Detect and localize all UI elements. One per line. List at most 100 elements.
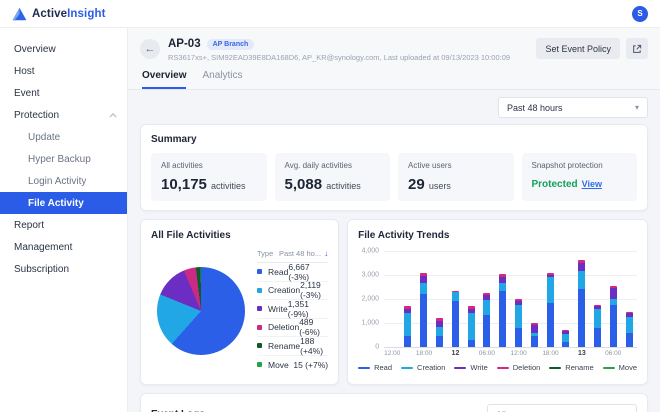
- time-range-value: Past 48 hours: [507, 103, 563, 113]
- stacked-bar[interactable]: [562, 330, 569, 347]
- legend-line-icon: [401, 367, 413, 369]
- bar-segment-creation: [420, 283, 427, 295]
- table-row-move: Move15 (+7%): [257, 356, 328, 375]
- sidebar-item-login-activity[interactable]: Login Activity: [0, 170, 127, 192]
- stacked-bar[interactable]: [452, 291, 459, 347]
- legend-item-deletion[interactable]: Deletion: [497, 363, 541, 372]
- legend-item-write[interactable]: Write: [454, 363, 487, 372]
- stacked-bar[interactable]: [483, 293, 490, 347]
- x-axis-label: [559, 350, 575, 357]
- file-activities-card: All File Activities TypePast 48 ho...↓Re…: [140, 219, 339, 385]
- sidebar-item-report[interactable]: Report: [0, 214, 127, 236]
- table-header: TypePast 48 ho...↓: [257, 247, 328, 263]
- sidebar-item-label: File Activity: [28, 198, 84, 209]
- sidebar-item-host[interactable]: Host: [0, 60, 127, 82]
- y-axis-tick: 0: [375, 344, 379, 351]
- stacked-bar[interactable]: [515, 299, 522, 347]
- stacked-bar[interactable]: [468, 306, 475, 347]
- y-axis-tick: 4,000: [362, 248, 380, 255]
- bar-segment-read: [626, 333, 633, 347]
- sidebar-item-label: Protection: [14, 110, 59, 121]
- y-axis-tick: 3,000: [362, 272, 380, 279]
- sidebar-item-label: Subscription: [14, 264, 69, 275]
- bar-chart-x-axis: 12:0018:001206:0012:0018:001306:00: [384, 350, 637, 357]
- tile-value: 5,088 activities: [285, 176, 381, 193]
- type-name: Creation: [268, 285, 300, 295]
- x-axis-label: [527, 350, 543, 357]
- stacked-bar[interactable]: [594, 305, 601, 347]
- stacked-bar[interactable]: [578, 260, 585, 347]
- stacked-bar[interactable]: [436, 318, 443, 347]
- sidebar-item-label: Overview: [14, 44, 56, 55]
- legend-swatch-icon: [257, 269, 262, 274]
- x-axis-label: 13: [574, 350, 590, 357]
- sidebar-item-protection[interactable]: Protection: [0, 104, 127, 126]
- legend-item-read[interactable]: Read: [358, 363, 392, 372]
- legend-swatch-icon: [257, 325, 262, 330]
- x-axis-label: [400, 350, 416, 357]
- set-event-policy-button[interactable]: Set Event Policy: [536, 38, 620, 59]
- view-link[interactable]: View: [582, 179, 602, 189]
- bar-segment-write: [610, 288, 617, 299]
- protection-status: Protected: [532, 179, 578, 190]
- sidebar-nav: Overview Host Event Protection UpdateHyper B…: [0, 28, 128, 412]
- sidebar-item-label: Login Activity: [28, 176, 86, 187]
- col-past48[interactable]: Past 48 ho...↓: [279, 249, 328, 258]
- stacked-bar[interactable]: [547, 273, 554, 347]
- type-name: Deletion: [268, 322, 299, 332]
- sidebar-item-subscription[interactable]: Subscription: [0, 258, 127, 280]
- y-axis-tick: 1,000: [362, 320, 380, 327]
- sidebar-item-management[interactable]: Management: [0, 236, 127, 258]
- stacked-bar[interactable]: [531, 323, 538, 347]
- tab-bar: Overview Analytics: [128, 62, 660, 90]
- stacked-bar[interactable]: [610, 286, 617, 347]
- stacked-bar[interactable]: [626, 312, 633, 347]
- chevron-up-icon: [109, 113, 117, 118]
- sidebar-item-hyper-backup[interactable]: Hyper Backup: [0, 148, 127, 170]
- legend-item-creation[interactable]: Creation: [401, 363, 445, 372]
- user-avatar[interactable]: S: [632, 6, 648, 22]
- x-axis-label: 18:00: [542, 350, 558, 357]
- legend-swatch-icon: [257, 362, 262, 367]
- back-arrow-icon: ←: [145, 44, 156, 55]
- type-value: 1,351 (-9%): [288, 299, 328, 319]
- table-row-rename: Rename188 (+4%): [257, 337, 328, 356]
- tab-overview[interactable]: Overview: [142, 70, 186, 89]
- tile-unit: activities: [326, 181, 361, 191]
- sidebar-item-label: Event: [14, 88, 40, 99]
- stacked-bar[interactable]: [404, 306, 411, 347]
- status-select[interactable]: All statuses ▾: [487, 404, 637, 412]
- bar-segment-creation: [578, 271, 585, 289]
- stacked-bar[interactable]: [420, 273, 427, 347]
- sidebar-item-file-activity[interactable]: File Activity: [0, 192, 127, 214]
- content-area: Past 48 hours ▾ Summary All activities10…: [128, 90, 660, 412]
- time-range-select[interactable]: Past 48 hours ▾: [498, 97, 648, 118]
- bar-segment-read: [515, 328, 522, 347]
- sidebar-item-update[interactable]: Update: [0, 126, 127, 148]
- sidebar-item-event[interactable]: Event: [0, 82, 127, 104]
- tile-label: All activities: [161, 161, 257, 170]
- legend-line-icon: [603, 367, 615, 369]
- x-axis-label: [590, 350, 606, 357]
- tile-label: Active users: [408, 161, 504, 170]
- brand-logo: ActiveInsight: [12, 7, 106, 21]
- bar-segment-creation: [483, 300, 490, 314]
- sidebar-item-overview[interactable]: Overview: [0, 38, 127, 60]
- table-row-deletion: Deletion489 (-6%): [257, 319, 328, 338]
- bar-segment-creation: [499, 283, 506, 290]
- tab-analytics[interactable]: Analytics: [202, 70, 242, 89]
- stacked-bar[interactable]: [499, 274, 506, 347]
- file-activities-pie-chart: [157, 267, 245, 355]
- legend-item-move[interactable]: Move: [603, 363, 637, 372]
- page-title: AP-03: [168, 38, 201, 50]
- x-axis-label: 06:00: [479, 350, 495, 357]
- legend-label: Move: [619, 363, 637, 372]
- sort-desc-icon: ↓: [324, 249, 328, 258]
- back-button[interactable]: ←: [140, 39, 160, 59]
- bar-segment-creation: [562, 334, 569, 342]
- summary-card: Summary All activities10,175 activitiesA…: [140, 124, 648, 211]
- open-external-button[interactable]: [626, 38, 648, 59]
- legend-item-rename[interactable]: Rename: [549, 363, 593, 372]
- legend-line-icon: [497, 367, 509, 369]
- tile-label: Avg. daily activities: [285, 161, 381, 170]
